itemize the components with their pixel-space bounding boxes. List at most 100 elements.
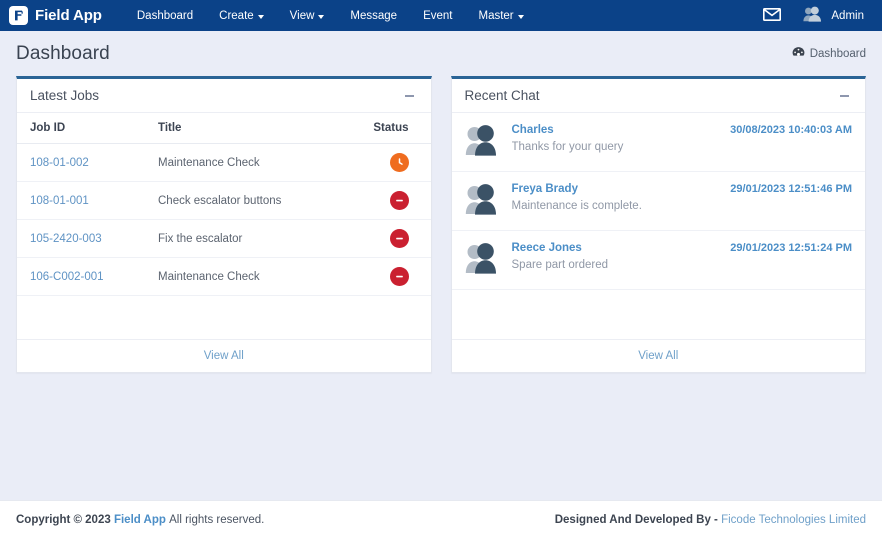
recent-chat-panel: Recent Chat Charles 30/08/2023 10:40:03 … — [450, 76, 866, 373]
cell-title: Maintenance Check — [145, 143, 338, 182]
table-row: 105-2420-003 Fix the escalator — [17, 219, 431, 258]
table-header-row: Job ID Title Status — [17, 113, 431, 144]
nav-label: Master — [478, 9, 514, 22]
envelope-icon — [763, 7, 782, 24]
footer-brand-name: Field App — [113, 514, 166, 526]
minus-icon — [405, 94, 414, 97]
latest-jobs-footer: View All — [17, 339, 431, 372]
chat-timestamp: 30/08/2023 10:40:03 AM — [730, 124, 852, 136]
users-avatar-icon — [803, 6, 824, 25]
latest-jobs-body: Job ID Title Status 108-01-002 Maintenan… — [17, 113, 431, 339]
recent-chat-view-all-link[interactable]: View All — [638, 350, 678, 362]
nav-label: Create — [219, 9, 254, 22]
recent-chat-footer: View All — [451, 339, 865, 372]
user-menu-button[interactable]: Admin — [793, 0, 870, 31]
recent-chat-collapse-button[interactable] — [836, 88, 852, 104]
recent-chat-body: Charles 30/08/2023 10:40:03 AM Thanks fo… — [451, 113, 865, 339]
users-avatar-icon — [465, 124, 501, 160]
column-header-job-id[interactable]: Job ID — [17, 113, 145, 144]
users-avatar-icon — [465, 183, 501, 219]
main-nav: Dashboard Create View Message Event Mast… — [124, 0, 537, 31]
chat-content: Reece Jones 29/01/2023 12:51:24 PM Spare… — [512, 242, 853, 271]
recent-chat-title: Recent Chat — [464, 88, 540, 103]
latest-jobs-table: Job ID Title Status 108-01-002 Maintenan… — [17, 113, 431, 296]
status-badge[interactable] — [389, 267, 409, 286]
table-row: 108-01-002 Maintenance Check — [17, 143, 431, 182]
latest-jobs-view-all-link[interactable]: View All — [204, 350, 244, 362]
cell-title: Fix the escalator — [145, 219, 338, 258]
chat-sender-link[interactable]: Freya Brady — [512, 183, 578, 195]
chat-message-preview: Spare part ordered — [511, 259, 609, 271]
nav-label: Event — [423, 9, 453, 22]
recent-chat-list: Charles 30/08/2023 10:40:03 AM Thanks fo… — [451, 113, 865, 290]
column-header-status[interactable]: Status — [337, 113, 431, 144]
nav-item-view[interactable]: View — [277, 0, 338, 31]
nav-label: View — [289, 9, 315, 22]
cell-job-id: 108-01-001 — [17, 181, 145, 220]
nav-item-dashboard[interactable]: Dashboard — [124, 0, 206, 31]
nav-label: Message — [350, 9, 398, 22]
chat-content: Freya Brady 29/01/2023 12:51:46 PM Maint… — [512, 183, 853, 212]
list-item[interactable]: Reece Jones 29/01/2023 12:51:24 PM Spare… — [451, 231, 865, 290]
latest-jobs-title: Latest Jobs — [30, 88, 100, 103]
footer-copyright-prefix: Copyright © 2023 — [16, 514, 111, 526]
nav-item-create[interactable]: Create — [206, 0, 277, 31]
messages-button[interactable] — [751, 0, 793, 31]
recent-chat-header: Recent Chat — [451, 79, 865, 113]
tachometer-dashboard-icon — [792, 46, 805, 61]
footer-credit: Designed And Developed By - Ficode Techn… — [555, 514, 866, 526]
cell-status — [337, 257, 431, 296]
page-title: Dashboard — [16, 42, 110, 64]
nav-item-message[interactable]: Message — [337, 0, 410, 31]
navbar-right: Admin — [751, 0, 870, 31]
cell-job-id: 106-C002-001 — [17, 257, 145, 296]
chevron-down-icon — [517, 14, 524, 19]
footer-credit-prefix: Designed And Developed By - — [554, 514, 718, 526]
chevron-down-icon — [318, 14, 325, 19]
status-badge[interactable] — [389, 191, 409, 210]
minus-icon — [839, 94, 849, 97]
breadcrumb-label: Dashboard — [809, 47, 866, 60]
top-navbar: Field App Dashboard Create View Message … — [0, 0, 882, 31]
cell-job-id: 108-01-002 — [17, 143, 145, 182]
minus-circle-icon — [393, 270, 406, 283]
footer-credit-link[interactable]: Ficode Technologies Limited — [721, 514, 866, 526]
breadcrumb: Dashboard — [792, 46, 866, 61]
chevron-down-icon — [257, 14, 264, 19]
table-row: 106-C002-001 Maintenance Check — [17, 257, 431, 296]
chat-content: Charles 30/08/2023 10:40:03 AM Thanks fo… — [512, 124, 853, 153]
list-item[interactable]: Freya Brady 29/01/2023 12:51:46 PM Maint… — [451, 172, 865, 231]
nav-label: Dashboard — [136, 9, 194, 22]
cell-title: Maintenance Check — [145, 257, 338, 296]
status-badge[interactable] — [389, 153, 409, 172]
job-id-link[interactable]: 105-2420-003 — [30, 233, 102, 245]
users-avatar-icon — [465, 242, 501, 278]
page-footer: Copyright © 2023 Field App All rights re… — [0, 500, 882, 539]
job-id-link[interactable]: 108-01-002 — [30, 157, 89, 169]
brand-logo-link[interactable]: Field App — [9, 6, 102, 25]
chat-message-preview: Thanks for your query — [511, 141, 624, 153]
chat-timestamp: 29/01/2023 12:51:46 PM — [730, 183, 852, 195]
chat-timestamp: 29/01/2023 12:51:24 PM — [730, 242, 852, 254]
column-header-title[interactable]: Title — [145, 113, 338, 144]
brand-name: Field App — [35, 7, 102, 24]
chat-sender-link[interactable]: Charles — [512, 124, 554, 136]
latest-jobs-header: Latest Jobs — [17, 79, 431, 113]
cell-title: Check escalator buttons — [145, 181, 338, 220]
nav-item-event[interactable]: Event — [410, 0, 465, 31]
nav-item-master[interactable]: Master — [465, 0, 536, 31]
footer-copyright-suffix: All rights reserved. — [169, 514, 265, 526]
status-badge[interactable] — [389, 229, 409, 248]
list-item[interactable]: Charles 30/08/2023 10:40:03 AM Thanks fo… — [451, 113, 865, 172]
job-id-link[interactable]: 108-01-001 — [30, 195, 89, 207]
latest-jobs-collapse-button[interactable] — [402, 88, 418, 104]
job-id-link[interactable]: 106-C002-001 — [30, 271, 104, 283]
chat-sender-link[interactable]: Reece Jones — [512, 242, 582, 254]
clock-icon — [393, 156, 406, 169]
page-header: Dashboard Dashboard — [0, 31, 882, 76]
footer-copyright: Copyright © 2023 Field App All rights re… — [16, 514, 264, 526]
chat-top-row: Freya Brady 29/01/2023 12:51:46 PM — [512, 183, 853, 195]
cell-status — [337, 219, 431, 258]
dashboard-panels-row: Latest Jobs Job ID Title Status 108-01-0… — [0, 76, 882, 373]
chat-top-row: Charles 30/08/2023 10:40:03 AM — [512, 124, 853, 136]
